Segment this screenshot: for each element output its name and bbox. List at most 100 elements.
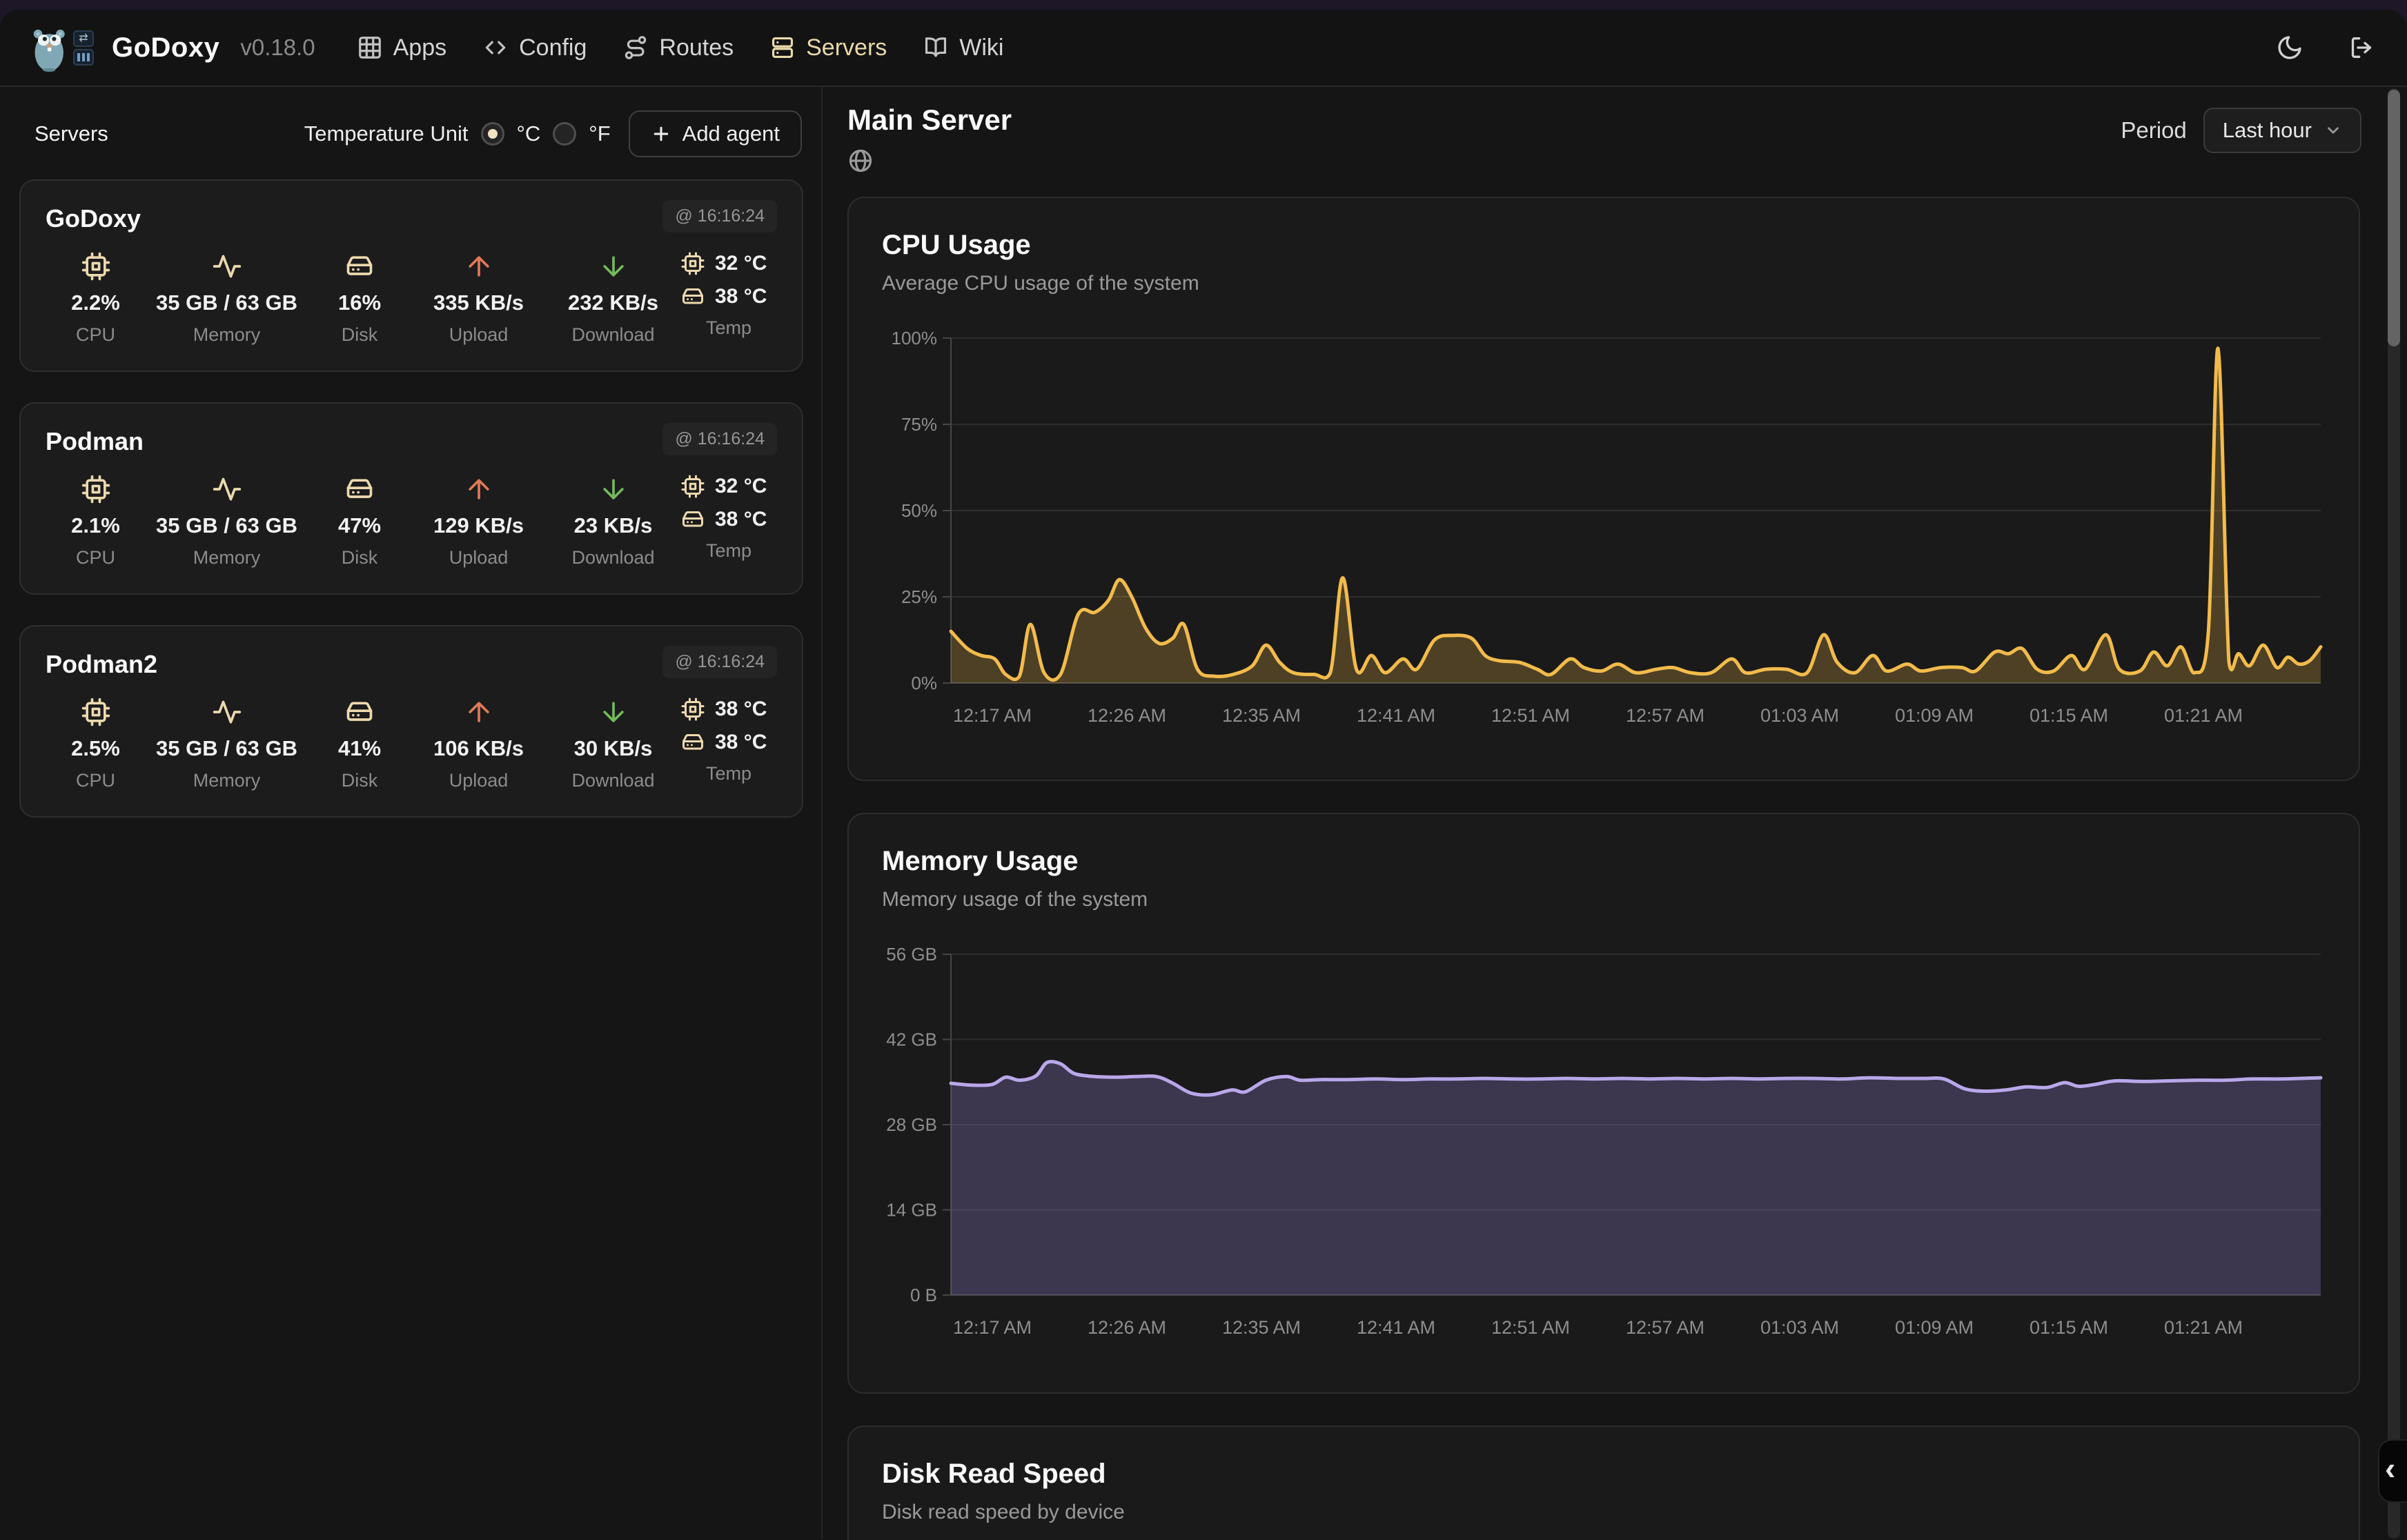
download-stat: 232 KB/s Download — [546, 251, 680, 346]
scrollbar-thumb[interactable] — [2388, 90, 2400, 346]
svg-text:12:17 AM: 12:17 AM — [953, 705, 1032, 726]
svg-text:12:57 AM: 12:57 AM — [1626, 1317, 1704, 1338]
hard-drive-icon — [680, 507, 705, 532]
server-updated-badge: @ 16:16:24 — [662, 423, 777, 455]
upload-stat: 335 KB/s Upload — [411, 251, 546, 346]
svg-text:100%: 100% — [892, 328, 938, 348]
nav-item-config[interactable]: Config — [482, 34, 587, 61]
temperature-unit-group: Temperature Unit °C °F — [304, 121, 611, 146]
svg-text:01:15 AM: 01:15 AM — [2030, 705, 2108, 726]
server-name: GoDoxy — [46, 200, 141, 233]
svg-text:12:17 AM: 12:17 AM — [953, 1317, 1032, 1338]
activity-icon — [212, 251, 242, 282]
main-scrollbar[interactable] — [2388, 88, 2400, 1539]
server-card-podman2[interactable]: Podman2 @ 16:16:24 2.5% CPU 35 GB / 63 G… — [19, 625, 803, 818]
celsius-label[interactable]: °C — [517, 121, 541, 146]
temp-stat: 32 °C 38 °C Temp — [680, 474, 777, 569]
hard-drive-icon — [680, 284, 705, 309]
godoxy-logo-icon — [32, 23, 69, 72]
svg-text:01:21 AM: 01:21 AM — [2164, 1317, 2243, 1338]
chevron-down-icon — [2324, 121, 2342, 139]
chart-title: CPU Usage — [882, 230, 2359, 261]
disk-stat: 16% Disk — [308, 251, 411, 346]
svg-text:56 GB: 56 GB — [886, 944, 937, 965]
server-card-list: GoDoxy @ 16:16:24 2.2% CPU 35 GB / 63 GB — [0, 164, 821, 818]
memory-stat: 35 GB / 63 GB Memory — [146, 474, 308, 569]
nav-item-wiki[interactable]: Wiki — [923, 34, 1003, 61]
server-card-podman[interactable]: Podman @ 16:16:24 2.1% CPU 35 GB / 63 GB — [19, 402, 803, 595]
cpu-stat: 2.1% CPU — [46, 474, 146, 569]
arrow-down-icon — [598, 251, 629, 282]
svg-text:12:41 AM: 12:41 AM — [1357, 705, 1435, 726]
cpu-icon — [680, 697, 705, 722]
period-label: Period — [2121, 117, 2186, 144]
add-agent-button[interactable]: Add agent — [629, 110, 802, 157]
proxy-arrows-icon: ⇄ — [73, 30, 94, 47]
main-header: Main Server Period Last hour — [847, 103, 2361, 177]
svg-text:75%: 75% — [901, 414, 937, 435]
svg-text:01:15 AM: 01:15 AM — [2030, 1317, 2108, 1338]
cpu-icon — [81, 697, 111, 727]
svg-text:28 GB: 28 GB — [886, 1114, 937, 1135]
collapse-drawer-tab[interactable]: ‹ — [2378, 1439, 2407, 1503]
brand-version: v0.18.0 — [240, 34, 315, 61]
nav-item-apps[interactable]: Apps — [357, 34, 447, 61]
svg-text:01:09 AM: 01:09 AM — [1895, 705, 1974, 726]
page-title: Main Server — [847, 103, 1012, 137]
brand: ⇄ GoDoxy v0.18.0 — [32, 23, 315, 72]
arrow-up-icon — [464, 251, 494, 282]
fahrenheit-label[interactable]: °F — [589, 121, 610, 146]
chart-subtitle: Disk read speed by device — [882, 1501, 2359, 1524]
svg-text:12:51 AM: 12:51 AM — [1491, 705, 1570, 726]
server-rack-icon — [73, 49, 94, 66]
fahrenheit-radio[interactable] — [553, 122, 576, 146]
period-control: Period Last hour — [2121, 108, 2361, 153]
svg-text:25%: 25% — [901, 586, 937, 607]
svg-text:01:21 AM: 01:21 AM — [2164, 705, 2243, 726]
svg-text:12:51 AM: 12:51 AM — [1491, 1317, 1570, 1338]
period-select[interactable]: Last hour — [2203, 108, 2361, 153]
svg-text:14 GB: 14 GB — [886, 1200, 937, 1221]
nav-item-servers[interactable]: Servers — [769, 34, 887, 61]
temp-stat: 38 °C 38 °C Temp — [680, 697, 777, 791]
servers-stack-icon — [769, 34, 796, 61]
main-scroll-area: Main Server Period Last hour C — [823, 87, 2407, 1539]
svg-text:12:26 AM: 12:26 AM — [1088, 705, 1166, 726]
svg-text:01:03 AM: 01:03 AM — [1760, 705, 1839, 726]
activity-icon — [212, 474, 242, 504]
servers-sidebar: Servers Temperature Unit °C °F Add agent — [0, 87, 823, 1539]
nav-items: Apps Config Routes Servers Wiki — [357, 34, 1004, 61]
server-name: Podman — [46, 423, 144, 456]
chevron-left-icon: ‹ — [2385, 1452, 2395, 1484]
memory-stat: 35 GB / 63 GB Memory — [146, 697, 308, 791]
temp-stat: 32 °C 38 °C Temp — [680, 251, 777, 346]
app-window: ⇄ GoDoxy v0.18.0 Apps Config Routes Serv… — [0, 10, 2407, 1540]
hard-drive-icon — [680, 730, 705, 755]
nav-item-routes[interactable]: Routes — [622, 34, 734, 61]
server-updated-badge: @ 16:16:24 — [662, 200, 777, 233]
server-name: Podman2 — [46, 646, 157, 679]
celsius-radio[interactable] — [481, 122, 504, 146]
cpu-icon — [81, 251, 111, 282]
theme-moon-icon[interactable] — [2276, 34, 2303, 61]
chart-title: Disk Read Speed — [882, 1459, 2359, 1490]
navbar-actions — [2276, 34, 2375, 61]
cpu-stat: 2.5% CPU — [46, 697, 146, 791]
memory-stat: 35 GB / 63 GB Memory — [146, 251, 308, 346]
server-card-godoxy[interactable]: GoDoxy @ 16:16:24 2.2% CPU 35 GB / 63 GB — [19, 179, 803, 372]
hard-drive-icon — [344, 697, 375, 727]
hard-drive-icon — [344, 251, 375, 282]
cpu-usage-card: CPU Usage Average CPU usage of the syste… — [847, 197, 2360, 781]
chart-subtitle: Memory usage of the system — [882, 888, 2359, 911]
arrow-down-icon — [598, 474, 629, 504]
navbar: ⇄ GoDoxy v0.18.0 Apps Config Routes Serv… — [0, 10, 2407, 87]
svg-text:01:09 AM: 01:09 AM — [1895, 1317, 1974, 1338]
logout-icon[interactable] — [2348, 34, 2375, 61]
apps-grid-icon — [357, 34, 383, 61]
content: Servers Temperature Unit °C °F Add agent — [0, 87, 2407, 1539]
plus-icon — [651, 124, 671, 144]
brand-name: GoDoxy — [112, 32, 219, 63]
svg-text:01:03 AM: 01:03 AM — [1760, 1317, 1839, 1338]
code-brackets-icon — [482, 34, 509, 61]
book-open-icon — [923, 34, 949, 61]
